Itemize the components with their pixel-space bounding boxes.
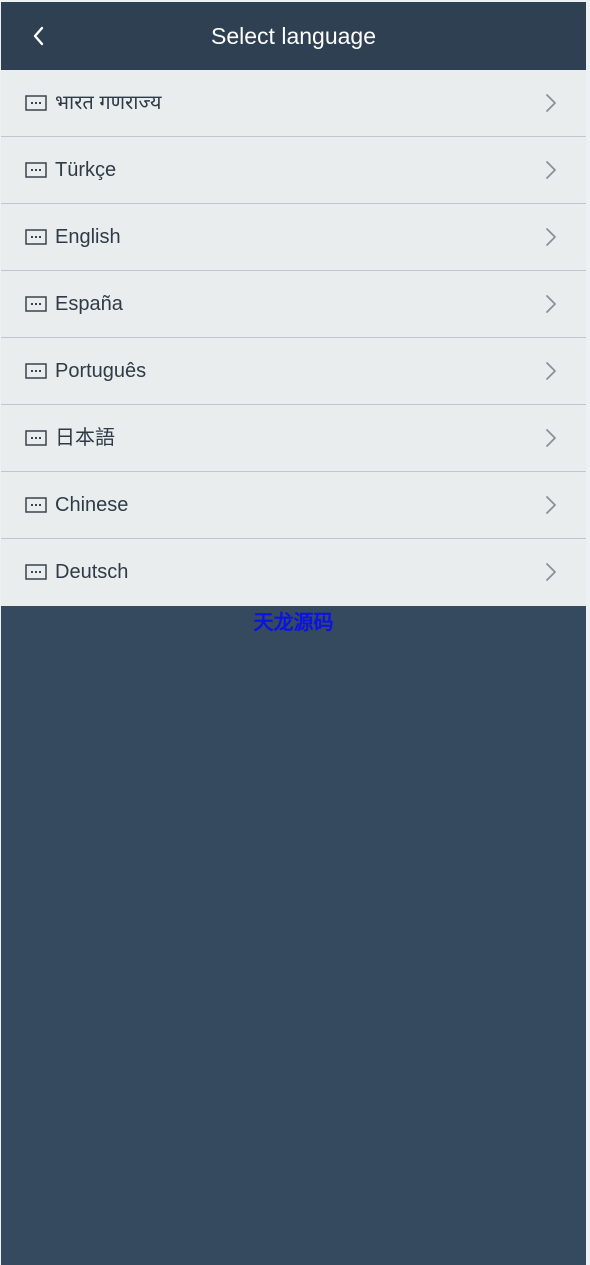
chevron-right-icon — [546, 429, 556, 447]
header-bar: Select language — [1, 2, 586, 70]
app-screen: Select language भारत गणराज्य Türkçe Engl… — [1, 2, 586, 1265]
language-row-portuguese[interactable]: Português — [1, 338, 586, 405]
language-label: España — [55, 293, 123, 315]
back-button[interactable] — [23, 20, 55, 52]
language-list: भारत गणराज्य Türkçe English España Portu… — [1, 70, 586, 606]
language-label: भारत गणराज्य — [55, 92, 162, 114]
watermark-text: 天龙源码 — [253, 610, 334, 634]
language-label: Português — [55, 360, 147, 382]
chevron-right-icon — [546, 496, 556, 514]
chevron-right-icon — [546, 295, 556, 313]
language-label: 日本語 — [55, 427, 115, 449]
chevron-right-icon — [546, 362, 556, 380]
page-title: Select language — [211, 23, 376, 49]
language-row-english[interactable]: English — [1, 204, 586, 271]
language-label: Chinese — [55, 494, 129, 516]
keyboard-icon — [25, 363, 47, 379]
language-label: English — [55, 226, 121, 248]
chevron-right-icon — [546, 563, 556, 581]
keyboard-icon — [25, 162, 47, 178]
language-label: Deutsch — [55, 561, 129, 583]
language-row-spanish[interactable]: España — [1, 271, 586, 338]
language-row-japanese[interactable]: 日本語 — [1, 405, 586, 472]
keyboard-icon — [25, 229, 47, 245]
chevron-right-icon — [546, 228, 556, 246]
language-row-german[interactable]: Deutsch — [1, 539, 586, 606]
language-row-chinese[interactable]: Chinese — [1, 472, 586, 539]
language-row-hindi[interactable]: भारत गणराज्य — [1, 70, 586, 137]
chevron-right-icon — [546, 94, 556, 112]
keyboard-icon — [25, 430, 47, 446]
chevron-right-icon — [546, 161, 556, 179]
language-row-turkish[interactable]: Türkçe — [1, 137, 586, 204]
keyboard-icon — [25, 296, 47, 312]
keyboard-icon — [25, 497, 47, 513]
chevron-left-icon — [33, 26, 44, 46]
keyboard-icon — [25, 564, 47, 580]
language-label: Türkçe — [55, 159, 117, 181]
keyboard-icon — [25, 95, 47, 111]
